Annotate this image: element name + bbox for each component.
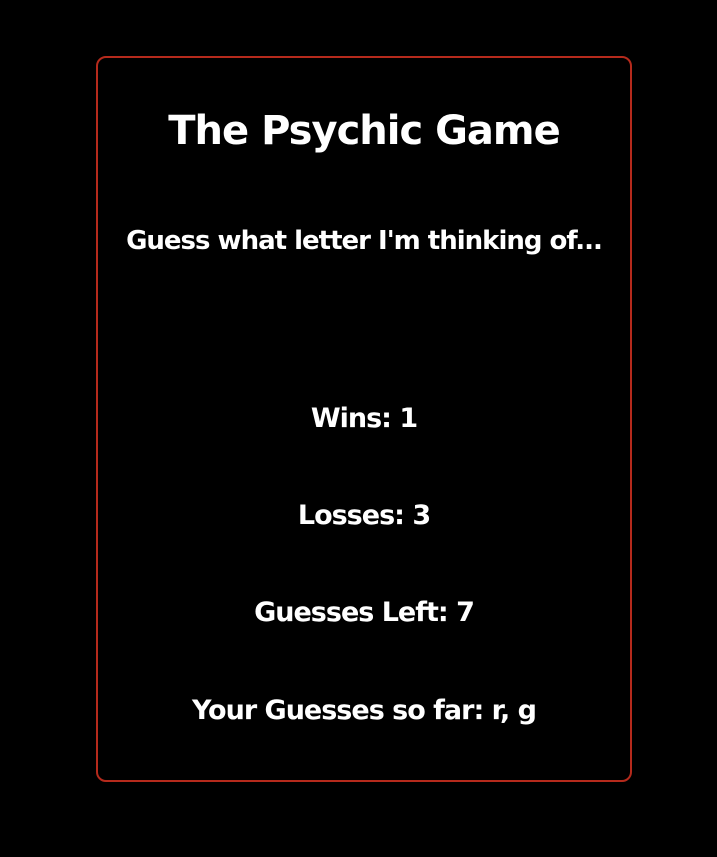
guesses-left-counter: Guesses Left: 7	[254, 597, 475, 628]
wins-counter: Wins: 1	[310, 403, 418, 434]
losses-counter: Losses: 3	[297, 500, 431, 531]
game-card: The Psychic Game Guess what letter I'm t…	[96, 56, 632, 782]
game-instructions: Guess what letter I'm thinking of...	[126, 226, 603, 256]
guesses-so-far-list: Your Guesses so far: r, g	[191, 695, 537, 726]
game-title: The Psychic Game	[168, 108, 560, 154]
